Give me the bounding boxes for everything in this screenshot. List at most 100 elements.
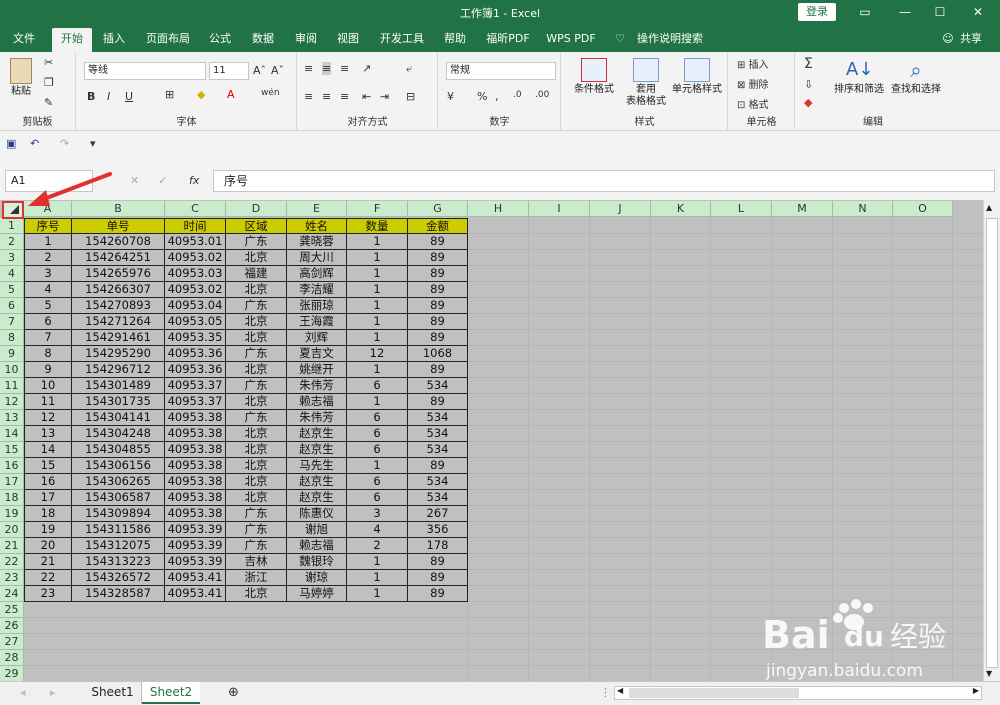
scroll-left-icon[interactable]: ◀ bbox=[617, 686, 623, 695]
table-cell[interactable]: 赵京生 bbox=[287, 474, 347, 490]
row-header-26[interactable]: 26 bbox=[0, 618, 24, 634]
tab-home[interactable]: 开始 bbox=[52, 28, 92, 52]
table-cell[interactable]: 1 bbox=[347, 330, 408, 346]
table-cell[interactable]: 1 bbox=[24, 234, 72, 250]
scroll-down-icon[interactable]: ▼ bbox=[986, 669, 992, 678]
vertical-scrollbar[interactable]: ▲ ▼ bbox=[983, 200, 1000, 681]
row-header-20[interactable]: 20 bbox=[0, 522, 24, 538]
cell-styles-button[interactable]: 单元格样式 bbox=[668, 58, 726, 96]
column-header-m[interactable]: M bbox=[772, 201, 833, 217]
table-cell[interactable]: 89 bbox=[408, 458, 468, 474]
row-header-23[interactable]: 23 bbox=[0, 570, 24, 586]
tab-page-layout[interactable]: 页面布局 bbox=[140, 30, 196, 52]
table-cell[interactable]: 1 bbox=[347, 298, 408, 314]
table-cell[interactable]: 40953.39 bbox=[165, 538, 226, 554]
table-cell[interactable]: 陈惠仪 bbox=[287, 506, 347, 522]
row-header-27[interactable]: 27 bbox=[0, 634, 24, 650]
table-cell[interactable]: 6 bbox=[347, 474, 408, 490]
table-cell[interactable]: 89 bbox=[408, 298, 468, 314]
table-cell[interactable]: 154260708 bbox=[72, 234, 165, 250]
table-cell[interactable]: 夏吉文 bbox=[287, 346, 347, 362]
table-cell[interactable]: 吉林 bbox=[226, 554, 287, 570]
table-cell[interactable]: 2 bbox=[24, 250, 72, 266]
table-cell[interactable]: 6 bbox=[347, 442, 408, 458]
scroll-thumb[interactable] bbox=[986, 218, 998, 668]
table-cell[interactable]: 15 bbox=[24, 458, 72, 474]
insert-function-icon[interactable]: fx bbox=[189, 174, 199, 187]
table-cell[interactable]: 1 bbox=[347, 250, 408, 266]
table-cell[interactable]: 154291461 bbox=[72, 330, 165, 346]
table-cell[interactable]: 北京 bbox=[226, 586, 287, 602]
paste-button[interactable]: 粘贴 bbox=[6, 58, 36, 98]
table-cell[interactable]: 154311586 bbox=[72, 522, 165, 538]
table-cell[interactable]: 89 bbox=[408, 266, 468, 282]
accounting-icon[interactable]: ¥ bbox=[447, 90, 454, 103]
table-cell[interactable]: 高剑辉 bbox=[287, 266, 347, 282]
minimize-icon[interactable]: — bbox=[885, 0, 925, 25]
table-cell[interactable]: 534 bbox=[408, 442, 468, 458]
fill-color-icon[interactable]: ◆ bbox=[197, 88, 205, 101]
number-format-select[interactable]: 常规 bbox=[446, 62, 556, 80]
italic-button[interactable]: I bbox=[107, 90, 110, 103]
row-header-22[interactable]: 22 bbox=[0, 554, 24, 570]
table-cell[interactable]: 40953.05 bbox=[165, 314, 226, 330]
hscroll-thumb[interactable] bbox=[629, 688, 799, 698]
table-cell[interactable]: 1 bbox=[347, 394, 408, 410]
table-cell[interactable]: 154295290 bbox=[72, 346, 165, 362]
table-cell[interactable]: 6 bbox=[347, 410, 408, 426]
table-cell[interactable]: 1068 bbox=[408, 346, 468, 362]
align-top-icon[interactable]: ≡ bbox=[304, 62, 313, 75]
row-header-2[interactable]: 2 bbox=[0, 234, 24, 250]
table-cell[interactable]: 3 bbox=[347, 506, 408, 522]
table-cell[interactable]: 赖志福 bbox=[287, 538, 347, 554]
table-cell[interactable]: 40953.37 bbox=[165, 378, 226, 394]
table-cell[interactable]: 朱伟芳 bbox=[287, 378, 347, 394]
table-cell[interactable]: 6 bbox=[24, 314, 72, 330]
column-header-l[interactable]: L bbox=[711, 201, 772, 217]
table-cell[interactable]: 267 bbox=[408, 506, 468, 522]
row-header-12[interactable]: 12 bbox=[0, 394, 24, 410]
column-header-d[interactable]: D bbox=[226, 201, 287, 217]
table-cell[interactable]: 福建 bbox=[226, 266, 287, 282]
percent-icon[interactable]: % bbox=[477, 90, 487, 103]
table-cell[interactable]: 40953.39 bbox=[165, 522, 226, 538]
cut-icon[interactable]: ✂ bbox=[44, 56, 53, 69]
table-cell[interactable]: 154270893 bbox=[72, 298, 165, 314]
table-cell[interactable]: 40953.02 bbox=[165, 282, 226, 298]
table-header-cell[interactable]: 时间 bbox=[165, 218, 226, 234]
shrink-font-icon[interactable]: Aˇ bbox=[271, 64, 284, 77]
table-cell[interactable]: 姚继开 bbox=[287, 362, 347, 378]
align-middle-icon[interactable]: ≡ bbox=[322, 62, 332, 75]
prev-sheet-icon[interactable]: ◂ bbox=[20, 686, 26, 699]
phonetic-icon[interactable]: wén bbox=[261, 88, 280, 98]
row-header-10[interactable]: 10 bbox=[0, 362, 24, 378]
align-left-icon[interactable]: ≡ bbox=[304, 90, 313, 103]
table-cell[interactable]: 广东 bbox=[226, 234, 287, 250]
tab-insert[interactable]: 插入 bbox=[96, 30, 132, 52]
table-cell[interactable]: 广东 bbox=[226, 410, 287, 426]
customize-qat-icon[interactable]: ▾ bbox=[90, 137, 96, 150]
table-cell[interactable]: 40953.36 bbox=[165, 346, 226, 362]
table-cell[interactable]: 13 bbox=[24, 426, 72, 442]
maximize-icon[interactable]: ☐ bbox=[920, 0, 960, 25]
table-cell[interactable]: 40953.03 bbox=[165, 266, 226, 282]
table-cell[interactable]: 154306156 bbox=[72, 458, 165, 474]
table-cell[interactable]: 广东 bbox=[226, 538, 287, 554]
table-cell[interactable]: 北京 bbox=[226, 250, 287, 266]
table-cell[interactable]: 534 bbox=[408, 410, 468, 426]
table-cell[interactable]: 8 bbox=[24, 346, 72, 362]
table-cell[interactable]: 154304855 bbox=[72, 442, 165, 458]
find-select-button[interactable]: ⌕ 查找和选择 bbox=[888, 58, 944, 96]
sheet-tab-sheet2[interactable]: Sheet2 bbox=[142, 682, 200, 704]
column-header-i[interactable]: I bbox=[529, 201, 590, 217]
format-as-table-button[interactable]: 套用 表格格式 bbox=[620, 58, 672, 108]
format-cells-button[interactable]: ⊡ 格式 bbox=[737, 96, 769, 111]
table-cell[interactable]: 广东 bbox=[226, 298, 287, 314]
undo-icon[interactable]: ↶ bbox=[30, 137, 39, 150]
table-cell[interactable]: 154328587 bbox=[72, 586, 165, 602]
column-header-k[interactable]: K bbox=[651, 201, 711, 217]
scroll-up-icon[interactable]: ▲ bbox=[986, 203, 992, 212]
table-cell[interactable]: 154306587 bbox=[72, 490, 165, 506]
table-cell[interactable]: 154264251 bbox=[72, 250, 165, 266]
table-cell[interactable]: 赖志福 bbox=[287, 394, 347, 410]
